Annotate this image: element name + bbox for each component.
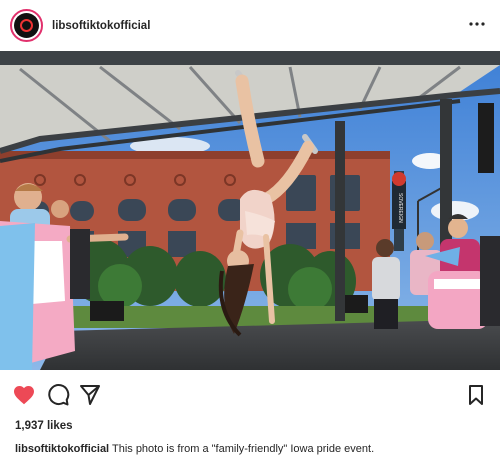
comment-icon <box>48 384 70 406</box>
caption-username[interactable]: libsoftiktokofficial <box>15 443 109 455</box>
avatar-image <box>14 13 39 38</box>
likes-count[interactable]: 1,937 likes <box>15 420 73 432</box>
save-button[interactable] <box>464 383 488 407</box>
bookmark-icon <box>469 385 483 405</box>
post-actions <box>0 377 500 415</box>
more-horizontal-icon <box>469 22 485 26</box>
sign-text: SOVEREIGN <box>397 193 403 223</box>
more-options-icon[interactable] <box>469 16 485 32</box>
post-photo[interactable]: SOVEREIGN <box>0 51 500 370</box>
pride-event-photo: SOVEREIGN <box>0 51 500 370</box>
heart-icon <box>14 386 34 405</box>
post-header: libsoftiktokofficial <box>0 0 500 51</box>
avatar-logo-icon <box>20 19 33 32</box>
post-username[interactable]: libsoftiktokofficial <box>52 20 150 32</box>
like-button[interactable] <box>12 383 36 407</box>
caption-text: This photo is from a "family-friendly" I… <box>109 443 375 455</box>
post-caption: libsoftiktokofficial This photo is from … <box>15 442 485 456</box>
send-icon <box>80 385 100 405</box>
comment-button[interactable] <box>46 383 70 407</box>
avatar[interactable] <box>10 9 43 42</box>
share-button[interactable] <box>78 383 102 407</box>
